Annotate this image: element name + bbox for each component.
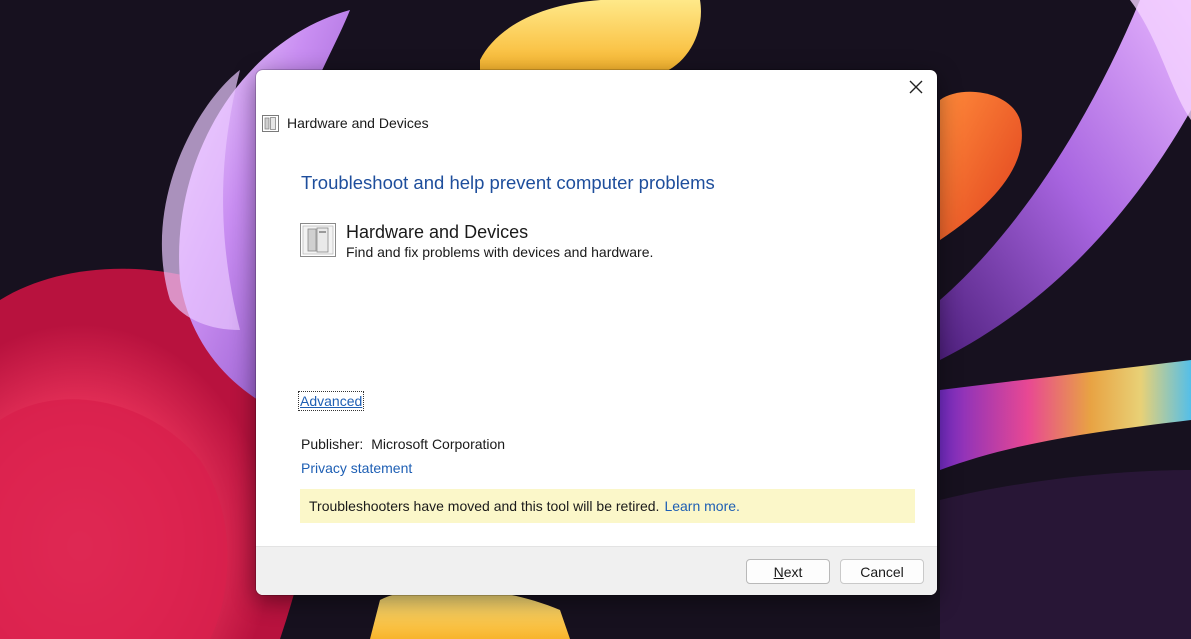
publisher-info: Publisher: Microsoft Corporation — [301, 436, 505, 452]
cancel-button[interactable]: Cancel — [840, 559, 924, 584]
item-title: Hardware and Devices — [346, 222, 529, 242]
item-description: Find and fix problems with devices and h… — [346, 244, 654, 260]
item-text: Hardware and Devices Find and fix proble… — [346, 221, 653, 261]
hardware-devices-icon — [262, 114, 279, 132]
publisher-label: Publisher: — [301, 436, 364, 452]
desktop: Hardware and Devices Troubleshoot and he… — [0, 0, 1191, 639]
close-icon — [909, 80, 923, 94]
next-button[interactable]: Next — [746, 559, 830, 584]
close-button[interactable] — [899, 72, 933, 102]
window-header: Hardware and Devices — [262, 114, 429, 132]
privacy-statement-link[interactable]: Privacy statement — [301, 460, 412, 476]
dialog-footer: Next Cancel — [256, 546, 937, 595]
troubleshooter-dialog: Hardware and Devices Troubleshoot and he… — [256, 70, 937, 595]
publisher-value: Microsoft Corporation — [371, 436, 506, 452]
hardware-devices-icon — [300, 223, 336, 257]
title-bar — [256, 70, 937, 110]
troubleshooter-item: Hardware and Devices Find and fix proble… — [300, 221, 653, 261]
cancel-button-label: Cancel — [860, 563, 904, 580]
learn-more-link[interactable]: Learn more. — [664, 498, 739, 514]
advanced-link[interactable]: Advanced — [297, 391, 365, 411]
next-button-label: Next — [773, 563, 803, 580]
page-heading: Troubleshoot and help prevent computer p… — [301, 172, 715, 193]
retirement-notice: Troubleshooters have moved and this tool… — [300, 489, 915, 523]
window-title: Hardware and Devices — [287, 115, 429, 131]
notice-text: Troubleshooters have moved and this tool… — [309, 498, 660, 514]
